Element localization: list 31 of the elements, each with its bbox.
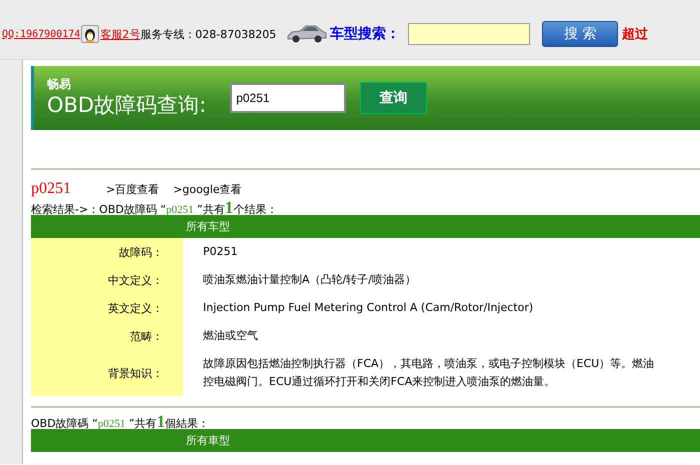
field-value: 燃油或空气 [202, 328, 259, 344]
car-icon [286, 23, 328, 45]
field-value: 故障原因包括燃油控制执行器（FCA），其电路，喷油泵，或电子控制模块（ECU）等。燃油 [203, 356, 656, 372]
banner-title: OBD故障码查询: [47, 92, 206, 119]
hotline-text: 服务专线：028-87038205 [140, 26, 276, 42]
field-value: Injection Pump Fuel Metering Control A (Cam/Rotor/Injector) [202, 300, 534, 316]
field-label: 范畴： [31, 322, 183, 350]
field-value: P0251 [202, 244, 239, 260]
result-summary: OBD故障碼 “p0251 ”共有1個結果： [31, 414, 210, 429]
result-summary: 检索结果->：OBD故障码 “p0251 ”共有1个结果： [31, 200, 278, 215]
field-label: 中文定义： [31, 266, 183, 294]
brand-text: 畅易 [47, 77, 72, 91]
penguin-icon [81, 25, 100, 43]
qq-link[interactable]: QQ:1967900174 [2, 28, 80, 40]
header-text: 超过 [622, 26, 648, 43]
search-field[interactable] [408, 23, 530, 45]
field-label: 故障码： [31, 238, 183, 266]
fault-code-title: p0251 [31, 180, 72, 198]
field-value: 控电磁阀门。ECU通过循环打开和关闭FCA来控制进入喷油泵的燃油量。 [203, 374, 556, 390]
table-header-text: 所有车型 [186, 219, 230, 234]
table-header-text: 所有車型 [186, 433, 230, 448]
search-link[interactable]: >百度查看 [106, 182, 160, 197]
search-label: 车型搜索： [330, 25, 400, 43]
field-label: 背景知识： [31, 350, 183, 396]
customer-service-link[interactable]: 客服2号 [100, 26, 140, 42]
search-button[interactable]: 搜 索 [542, 21, 618, 47]
query-button[interactable]: 查询 [360, 82, 428, 114]
field-value: 喷油泵燃油计量控制A（凸轮/转子/喷油器） [202, 272, 417, 288]
search-link[interactable]: >google查看 [173, 182, 242, 197]
query-field[interactable]: p0251 [230, 83, 346, 113]
field-label: 英文定义： [31, 294, 183, 322]
